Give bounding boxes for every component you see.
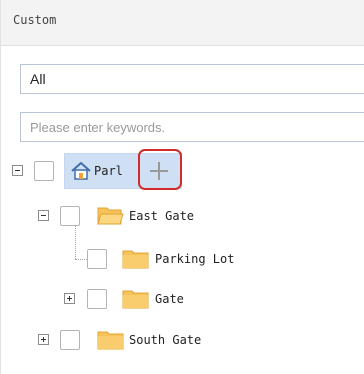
panel-header: Custom xyxy=(1,0,364,46)
device-tree: Parl East Gate Parking Lot Gate South Ga… xyxy=(1,0,364,374)
panel-title: Custom xyxy=(13,13,57,27)
filter-select[interactable]: All xyxy=(20,64,364,94)
search-field[interactable] xyxy=(20,112,364,142)
tree-node-label: East Gate xyxy=(129,209,195,223)
tree-node-checkbox[interactable] xyxy=(87,289,107,309)
collapse-icon[interactable] xyxy=(12,165,23,176)
home-icon xyxy=(71,162,91,180)
tree-guide xyxy=(75,222,76,259)
tree-node-checkbox[interactable] xyxy=(87,249,107,269)
tree-node-checkbox[interactable] xyxy=(60,206,80,226)
tree-node-label: South Gate xyxy=(129,333,202,347)
collapse-icon[interactable] xyxy=(38,210,49,221)
tree-node-label: Gate xyxy=(155,292,184,306)
filter-select-value: All xyxy=(30,71,46,87)
folder-icon xyxy=(122,250,149,269)
add-icon[interactable] xyxy=(149,161,169,181)
search-input[interactable] xyxy=(21,113,364,141)
folder-icon xyxy=(97,331,124,350)
root-checkbox[interactable] xyxy=(34,161,54,181)
tree-guide xyxy=(75,259,87,260)
expand-icon[interactable] xyxy=(38,334,49,345)
folder-open-icon xyxy=(97,207,124,225)
tree-node-checkbox[interactable] xyxy=(60,330,80,350)
tree-node-label: Parl xyxy=(94,164,123,178)
tree-node-label: Parking Lot xyxy=(155,252,235,266)
folder-icon xyxy=(122,290,149,309)
organization-panel: Custom All Parl xyxy=(0,0,364,374)
expand-icon[interactable] xyxy=(64,293,75,304)
